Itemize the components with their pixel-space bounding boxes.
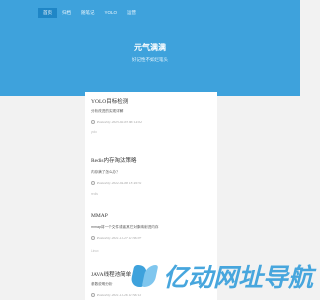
nav-item-ops[interactable]: 运营 (122, 8, 141, 18)
post-meta: Posted by 2021-11-27 11:36:07 (91, 236, 141, 240)
post-title[interactable]: Redis内存淘汰策略 (91, 156, 137, 164)
post-card: YOLO目标检测 分析改进的实现详解 Posted by 2023-02-03 … (85, 92, 217, 148)
clock-icon (91, 236, 95, 240)
post-excerpt: mmap将一个文件或者其它对象映射进内存 (91, 225, 159, 229)
site-watermark: 亿动网址导航 (129, 258, 314, 294)
post-date: Posted by 2022-04-08 13:49:51 (97, 181, 142, 185)
post-date: Posted by 2023-02-03 06:14:04 (97, 120, 142, 124)
site-subtitle: 好记性不如烂笔头 (132, 57, 168, 62)
post-title[interactable]: MMAP (91, 213, 108, 219)
post-meta: Posted by 2022-04-08 13:49:51 (91, 181, 142, 185)
post-card: MMAP mmap将一个文件或者其它对象映射进内存 Posted by 2021… (85, 208, 217, 264)
post-tag[interactable]: redis (91, 192, 98, 196)
post-card: Redis内存淘汰策略 内存满了怎么办？ Posted by 2022-04-0… (85, 148, 217, 208)
watermark-logo-icon (129, 261, 160, 291)
site-title[interactable]: 元气满满 (0, 42, 300, 53)
top-nav: 首页 归档 随笔记 YOLO 运营 (38, 8, 141, 18)
clock-icon (91, 181, 95, 185)
clock-icon (91, 293, 95, 297)
nav-item-archive[interactable]: 归档 (57, 8, 76, 18)
post-title[interactable]: YOLO目标检测 (91, 97, 128, 105)
watermark-text: 亿动网址导航 (163, 264, 314, 292)
clock-icon (91, 120, 95, 124)
post-tag[interactable]: Linux (91, 249, 99, 253)
post-excerpt: 参数说明分析 (91, 282, 113, 286)
post-meta: Posted by 2023-02-03 06:14:04 (91, 120, 142, 124)
post-title[interactable]: JAVA线程池简单 (91, 270, 131, 278)
nav-item-home[interactable]: 首页 (38, 8, 57, 18)
header-hero: 首页 归档 随笔记 YOLO 运营 元气满满 好记性不如烂笔头 (0, 0, 300, 96)
post-date: Posted by 2021-11-27 11:36:07 (97, 236, 142, 240)
nav-item-notes[interactable]: 随笔记 (76, 8, 100, 18)
post-excerpt: 内存满了怎么办？ (91, 170, 120, 174)
nav-item-yolo[interactable]: YOLO (100, 8, 123, 18)
post-excerpt: 分析改进的实现详解 (91, 109, 124, 113)
post-tag[interactable]: yolo (91, 130, 97, 134)
